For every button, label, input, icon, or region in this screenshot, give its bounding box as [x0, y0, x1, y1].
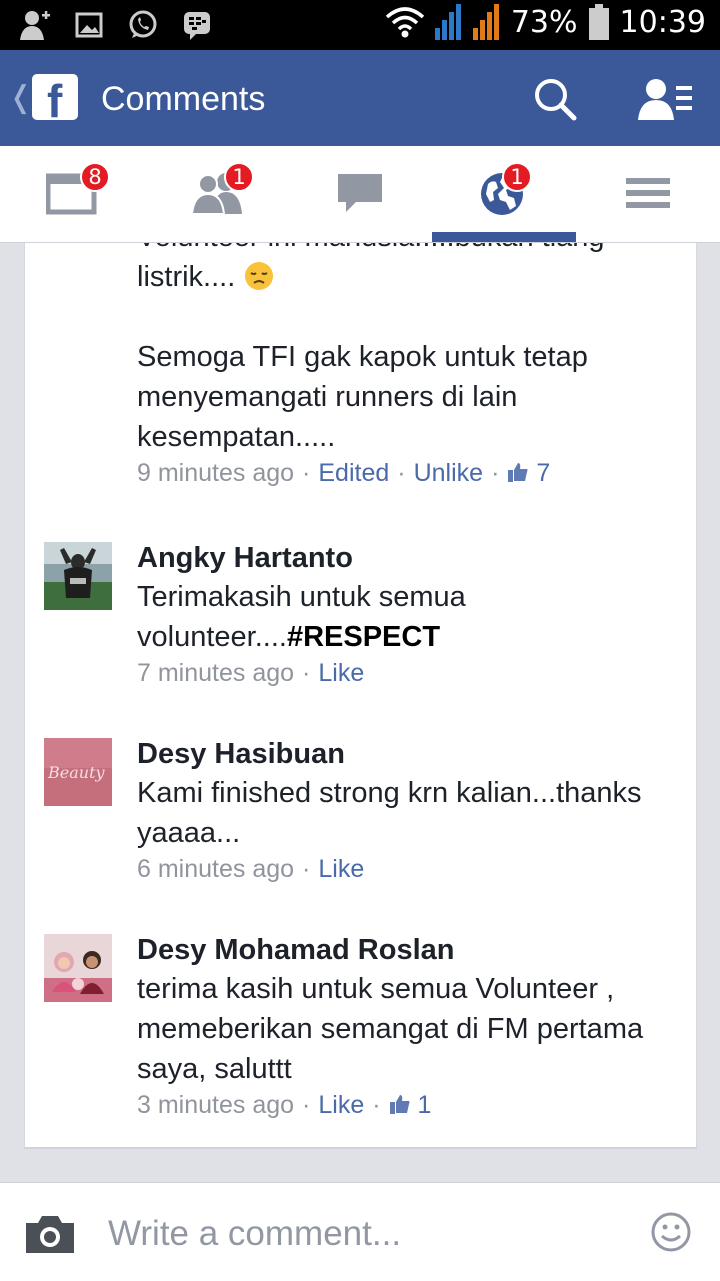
tab-news-feed[interactable]: 8 [0, 146, 144, 242]
tab-messages[interactable] [288, 146, 432, 242]
message-icon [338, 174, 382, 212]
smiley-icon[interactable] [650, 1211, 692, 1253]
hashtag-link[interactable]: #RESPECT [287, 621, 440, 653]
notification-badge: 1 [502, 162, 532, 192]
comment-meta: 9 minutes ago · Edited · Unlike · 7 [137, 459, 551, 487]
menu-icon [626, 178, 670, 208]
active-tab-indicator [432, 232, 576, 242]
signal-icon [472, 4, 499, 40]
comment-time: 6 minutes ago [137, 855, 295, 883]
page-title: Comments [101, 80, 266, 118]
status-bar: 73% 10:39 [0, 0, 720, 50]
back-chevron-icon[interactable]: ❬ [8, 80, 33, 115]
comment-input[interactable] [106, 1207, 630, 1261]
comment-author[interactable]: Desy Mohamad Roslan [137, 931, 677, 969]
friend-requests-icon[interactable] [638, 76, 694, 122]
comment-time: 9 minutes ago [137, 459, 295, 487]
comment-composer [0, 1182, 720, 1281]
image-notification-icon [75, 12, 103, 38]
like-count[interactable]: 1 [418, 1091, 432, 1119]
comment-text: Kami finished strong krn kalian...thanks… [137, 777, 642, 849]
tab-bar: 8 1 1 [0, 146, 720, 243]
like-button[interactable]: Like [318, 1091, 364, 1119]
app-header: ❬ f Comments [0, 50, 720, 146]
clock: 10:39 [619, 4, 706, 40]
tab-notifications[interactable]: 1 [432, 146, 576, 242]
edited-link[interactable]: Edited [318, 459, 389, 487]
comment-text: Volunteer ini manusia.....bukan tiang [137, 243, 677, 257]
comment-text: terima kasih untuk semua Volunteer , mem… [137, 973, 644, 1085]
comment: Desy Mohamad Roslan terima kasih untuk s… [137, 931, 677, 1120]
comments-list: Volunteer ini manusia.....bukan tiang li… [24, 243, 697, 1149]
thumbs-up-icon [389, 1095, 410, 1114]
comment-meta: 6 minutes ago · Like [137, 855, 365, 883]
add-friend-notification-icon [20, 11, 50, 40]
avatar[interactable]: Beauty [44, 738, 112, 806]
search-icon[interactable] [532, 76, 578, 122]
like-button[interactable]: Like [318, 659, 364, 687]
svg-text:Beauty: Beauty [47, 763, 106, 782]
notification-badge: 8 [80, 162, 110, 192]
battery-percent: 73% [510, 4, 578, 40]
comment-meta: 7 minutes ago · Like [137, 659, 365, 687]
unlike-button[interactable]: Unlike [414, 459, 483, 487]
battery-icon [588, 4, 609, 40]
comment: Desy Hasibuan Kami finished strong krn k… [137, 735, 677, 884]
like-count[interactable]: 7 [536, 459, 550, 487]
facebook-logo-icon[interactable]: f [32, 74, 78, 120]
comment-text: listrik.... [137, 257, 677, 297]
tab-friend-requests[interactable]: 1 [144, 146, 288, 242]
bbm-icon [184, 12, 210, 40]
tab-more[interactable] [576, 146, 720, 242]
wifi-icon [385, 7, 425, 38]
comment-author[interactable]: Angky Hartanto [137, 539, 677, 577]
comment-time: 7 minutes ago [137, 659, 295, 687]
thumbs-up-icon [508, 463, 528, 482]
disappointed-face-icon [245, 262, 274, 290]
notification-badge: 1 [224, 162, 254, 192]
avatar[interactable] [44, 934, 112, 1002]
whatsapp-icon [129, 10, 157, 38]
comment-time: 3 minutes ago [137, 1091, 295, 1119]
comment: Angky Hartanto Terimakasih untuk semua v… [137, 539, 677, 688]
camera-icon[interactable] [24, 1213, 76, 1255]
comment-text: Terimakasih untuk semua volunteer....#RE… [137, 581, 466, 653]
like-button[interactable]: Like [318, 855, 364, 883]
comment-author[interactable]: Desy Hasibuan [137, 735, 677, 773]
comment-text: Semoga TFI gak kapok untuk tetap menyema… [137, 341, 588, 453]
comment-meta: 3 minutes ago · Like · 1 [137, 1091, 432, 1119]
signal-icon [434, 4, 461, 40]
avatar[interactable] [44, 542, 112, 610]
comment: Volunteer ini manusia.....bukan tiang li… [137, 243, 677, 488]
